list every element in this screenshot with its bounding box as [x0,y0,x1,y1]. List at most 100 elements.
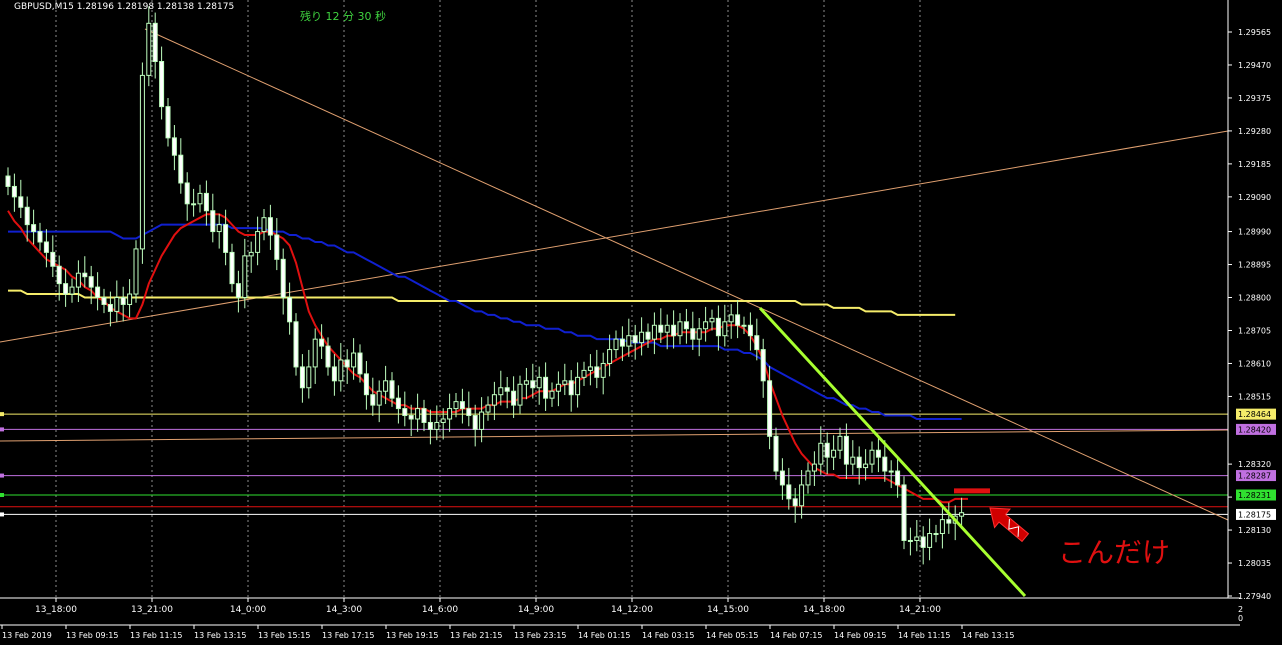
date-label: 13 Feb 11:15 [130,631,182,640]
candle-body [600,362,606,378]
candle-body [197,192,203,205]
candle-body [728,314,734,323]
price-tag-label: 1.28175 [1238,510,1271,519]
candle-body [235,283,241,299]
candle-body [152,22,158,63]
candle-body [331,366,337,382]
date-label: 14 Feb 07:15 [770,631,822,640]
date-label: 14 Feb 05:15 [706,631,758,640]
y-tick-label: 1.28130 [1238,526,1271,535]
price-tag-left-marker [0,473,4,478]
x-tick-label: 14_15:00 [707,605,749,615]
candle-body [37,231,43,243]
candle-body [184,182,190,205]
red-arrow-icon [989,507,1030,543]
price-tag-left-marker [0,512,4,517]
candle-body [722,321,728,337]
candle-body [562,380,568,385]
candle-body [31,224,37,233]
y-tick-label: 1.29090 [1238,193,1271,202]
x-tick-label: 14_18:00 [803,605,845,615]
candle-body [165,106,171,139]
candle-body [146,22,152,76]
candle-body [357,352,363,375]
candle-body [415,408,421,420]
candle-body [856,456,862,469]
ascending-trendline [0,130,1229,343]
candle-body [754,335,760,351]
x-tick-label: 14_9:00 [518,605,554,615]
candle-body [818,442,824,465]
candle-body [18,196,24,208]
date-label: 13 Feb 17:15 [322,631,374,640]
candle-body [696,328,702,340]
grid [55,0,921,598]
trendlines [0,28,1229,521]
date-label: 13 Feb 13:15 [194,631,246,640]
candle-body [824,442,830,458]
candle-body [75,272,81,288]
candle-body [133,248,139,295]
candle-body [709,317,715,323]
candle-body [50,251,56,267]
candle-body [5,175,11,187]
candle-body [479,411,485,430]
candle-body [395,397,401,410]
x-tick-label: 14_21:00 [899,605,941,615]
y-tick-label: 1.28035 [1238,559,1271,568]
candle-body [715,317,721,337]
candle-body [120,297,126,305]
candle-body [223,224,229,253]
date-label: 13 Feb 21:15 [450,631,502,640]
candle-body [24,206,30,226]
candle-body [267,217,273,236]
candle-body [338,359,344,382]
candle-body [274,234,280,260]
candle-body [69,286,75,295]
candle-body [447,408,453,420]
candle-body [536,376,542,389]
candle-body [831,449,837,458]
candle-body [376,390,382,406]
candle-body [101,297,107,305]
symbol-info: GBPUSD,M15 1.28196 1.28198 1.28138 1.281… [14,2,234,12]
price-tag-label: 1.28420 [1238,425,1271,434]
x-tick-label: 13_18:00 [35,605,77,615]
ma-blue-line [8,223,962,420]
candle-body [882,456,888,472]
candle-body [191,203,197,206]
candle-body [767,380,773,437]
candle-body [299,366,305,389]
candle-body [747,324,753,337]
candle-body [850,456,856,465]
candle-body [453,401,459,410]
price-tag-left-marker [0,493,4,498]
candle-body [56,265,62,285]
candle-body [280,258,286,299]
candle-body [383,380,389,392]
candle-body [325,345,331,368]
candle-body [690,328,696,340]
candle-body [549,390,555,399]
candle-body [568,380,574,396]
candle-body [351,352,357,368]
candle-body [127,293,133,305]
annotation-text: こんだけ [1058,536,1170,569]
candle-body [959,512,965,517]
candle-body [799,484,805,507]
y-tick-label: 1.29470 [1238,61,1271,70]
candle-body [82,272,88,278]
candle-body [587,366,593,371]
candle-body [619,338,625,347]
candle-body [255,231,261,253]
candle-body [491,394,497,406]
y-tick-label: 1.29280 [1238,127,1271,136]
candle-body [498,387,504,396]
price-tag-left-marker [0,427,4,432]
date-label: 13 Feb 23:15 [514,631,566,640]
y-tick-label: 1.28320 [1238,460,1271,469]
candle-body [735,314,741,326]
candle-body [427,421,433,430]
candle-body [485,404,491,413]
rising-level-line [0,429,1229,442]
